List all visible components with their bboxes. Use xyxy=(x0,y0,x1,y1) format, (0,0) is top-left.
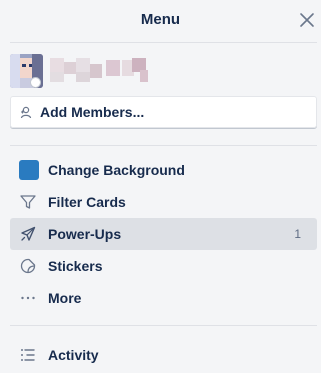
menu-title: Menu xyxy=(140,11,181,28)
filter-icon xyxy=(20,195,36,209)
menu-item-stickers[interactable]: Stickers xyxy=(10,250,317,282)
members-divider xyxy=(10,145,317,146)
rocket-icon xyxy=(21,226,36,241)
menu-item-label: Stickers xyxy=(48,258,103,274)
header-divider xyxy=(10,42,317,43)
avatar-badge xyxy=(30,77,41,88)
menu-item-change-background[interactable]: Change Background xyxy=(10,154,317,186)
close-icon[interactable] xyxy=(297,10,317,30)
menu-item-label: Power-Ups xyxy=(48,226,122,242)
menu-header: Menu xyxy=(0,0,321,42)
menu-item-label: Change Background xyxy=(48,162,185,178)
add-members-button[interactable]: Add Members... xyxy=(10,96,317,128)
avatar[interactable] xyxy=(10,54,43,88)
menu-item-label: More xyxy=(48,290,82,306)
menu-item-activity[interactable]: Activity xyxy=(10,339,317,371)
menu-item-filter-cards[interactable]: Filter Cards xyxy=(10,186,317,218)
board-menu-panel: Menu Add Members... Change Background Fi… xyxy=(0,0,321,373)
member-list xyxy=(10,54,210,90)
sticker-icon xyxy=(20,258,36,274)
menu-item-label: Activity xyxy=(48,347,99,363)
add-members-label: Add Members... xyxy=(40,104,145,120)
background-swatch-icon xyxy=(19,160,39,180)
ellipsis-icon xyxy=(21,296,35,300)
menu-item-power-ups[interactable]: Power-Ups 1 xyxy=(10,218,317,250)
more-divider xyxy=(10,325,317,326)
menu-item-more[interactable]: More xyxy=(10,282,317,314)
add-member-icon xyxy=(20,106,32,119)
power-ups-count: 1 xyxy=(294,227,301,241)
menu-item-label: Filter Cards xyxy=(48,194,126,210)
activity-list-icon xyxy=(21,349,35,361)
